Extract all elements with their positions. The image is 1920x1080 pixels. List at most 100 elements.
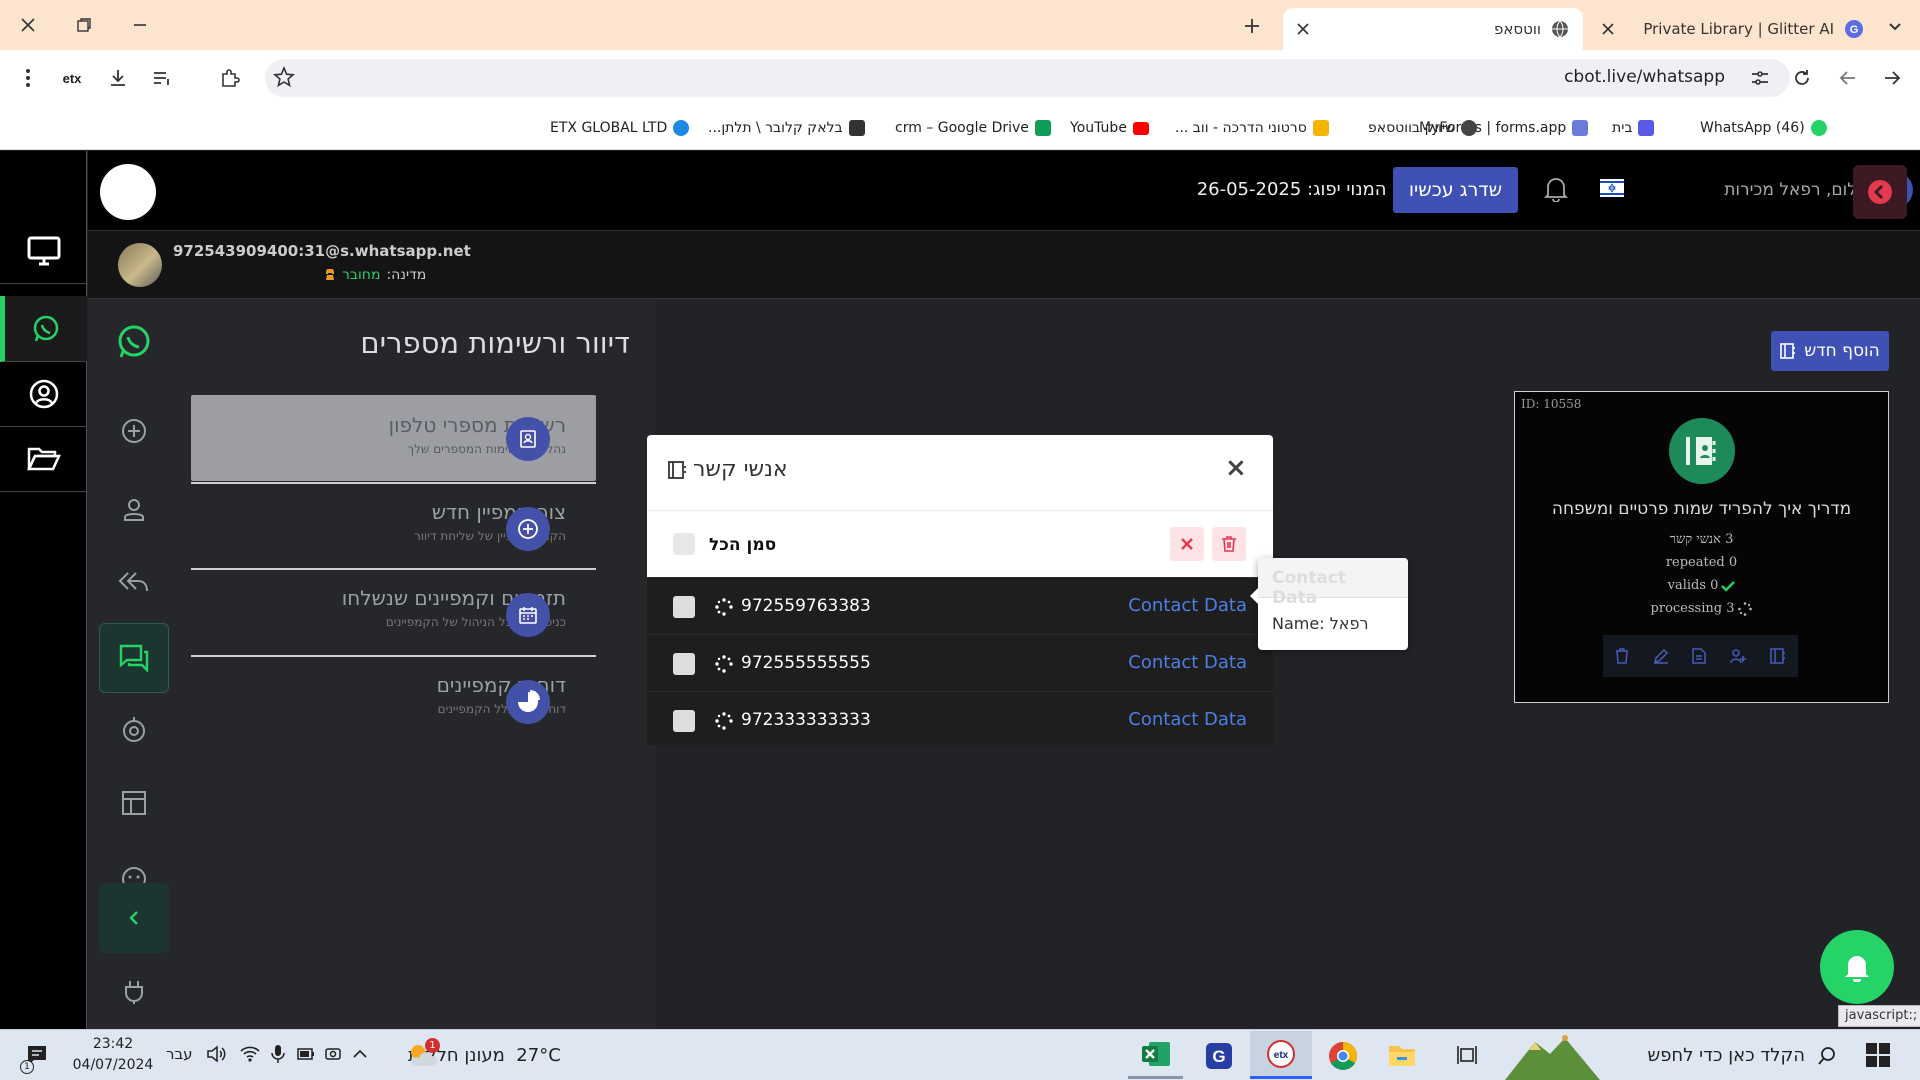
task-view-button[interactable]	[1456, 1044, 1478, 1066]
add-contact-button[interactable]	[1730, 648, 1747, 664]
taskbar-file-explorer[interactable]	[1388, 1042, 1416, 1068]
browser-menu-button[interactable]	[6, 50, 50, 106]
phone-list-card: ID: 10558 מדריך איך להפריד שמות פרטיים ו…	[1514, 391, 1889, 703]
contact-checkbox[interactable]	[673, 596, 695, 618]
tab-search-button[interactable]	[1880, 14, 1910, 38]
sidebar-collapse-button[interactable]	[99, 883, 169, 953]
volume-icon	[207, 1045, 226, 1063]
tray-meet[interactable]	[325, 1045, 341, 1063]
rail-account[interactable]	[0, 362, 87, 427]
tray-volume[interactable]	[207, 1045, 227, 1063]
taskbar-excel[interactable]	[1128, 1031, 1183, 1079]
tune-icon	[1752, 71, 1768, 85]
menu-item-scheduled[interactable]: תזמונים וקמפיינים שנשלחו כניסה לפאנל הני…	[191, 568, 596, 654]
tray-microphone[interactable]	[271, 1044, 285, 1064]
view-contacts-button[interactable]	[1770, 648, 1786, 664]
upgrade-button[interactable]: שדרג עכשיו	[1393, 167, 1518, 213]
contact-checkbox[interactable]	[673, 710, 695, 732]
sidebar-campaigns[interactable]	[99, 623, 169, 693]
etx-icon	[673, 120, 690, 136]
bookmark-tutorials[interactable]: סרטוני הדרכה - ווב ...	[1175, 116, 1329, 140]
new-tab-button[interactable]	[1240, 14, 1264, 38]
status-value: מחובר	[342, 267, 381, 283]
sidebar-templates[interactable]	[99, 772, 169, 834]
tab-close-icon[interactable]	[1297, 23, 1309, 35]
floating-notifications-button[interactable]	[1820, 930, 1894, 1004]
notifications-button[interactable]	[1544, 176, 1568, 202]
contact-data-link[interactable]: Contact Data	[1128, 652, 1247, 673]
tab-close-icon[interactable]	[1602, 23, 1614, 35]
tray-language[interactable]: עבר	[166, 1045, 193, 1063]
bookmark-whatsapp[interactable]: (46) WhatsApp	[1700, 116, 1827, 140]
rail-desktop[interactable]	[0, 219, 87, 284]
taskbar-chrome[interactable]	[1328, 1041, 1358, 1071]
contact-data-link[interactable]: Contact Data	[1128, 709, 1247, 730]
menu-item-new-campaign[interactable]: צור קמפיין חדש הקמת קמפיין של שליחת דיוו…	[191, 482, 596, 568]
bookmark-home[interactable]: בית	[1612, 116, 1655, 140]
window-close-button[interactable]	[0, 0, 56, 50]
downloads-button[interactable]	[96, 50, 140, 106]
list-title: מדריך איך להפריד שמות פרטיים ומשפחה	[1551, 499, 1852, 519]
list-id: ID: 10558	[1521, 397, 1582, 411]
taskbar-app-g[interactable]: G	[1205, 1042, 1233, 1070]
reload-button[interactable]	[1780, 50, 1824, 106]
tray-clock[interactable]: 23:42 04/07/2024	[70, 1034, 156, 1076]
reply-all-icon	[118, 572, 148, 592]
taskbar-etx-active[interactable]: etx	[1250, 1031, 1312, 1079]
forward-button[interactable]	[1826, 50, 1870, 106]
tray-expand-button[interactable]	[352, 1046, 368, 1062]
contact-book-icon	[520, 430, 536, 448]
start-button[interactable]	[1866, 1043, 1890, 1067]
rail-files[interactable]	[0, 427, 87, 492]
delete-list-button[interactable]	[1615, 648, 1629, 664]
restore-icon	[77, 18, 91, 32]
export-list-button[interactable]	[1692, 648, 1707, 664]
tab-glitter[interactable]: G Private Library | Glitter AI	[1588, 8, 1878, 50]
contact-checkbox[interactable]	[673, 653, 695, 675]
sidebar-integrations[interactable]	[99, 961, 169, 1023]
bookmark-etx[interactable]: ETX GLOBAL LTD	[550, 116, 690, 140]
close-icon	[21, 18, 35, 32]
back-button[interactable]	[1870, 50, 1914, 106]
tray-battery[interactable]	[297, 1047, 315, 1061]
clear-selection-button[interactable]	[1170, 527, 1204, 561]
delete-selected-button[interactable]	[1212, 527, 1246, 561]
bookmark-youtube[interactable]: YouTube	[1070, 116, 1149, 140]
tray-wifi[interactable]	[240, 1045, 260, 1063]
svg-text:etx: etx	[1274, 1050, 1289, 1061]
contact-data-link[interactable]: Contact Data	[1128, 595, 1247, 616]
add-new-button[interactable]: הוסף חדש	[1771, 331, 1889, 371]
sidebar-contacts[interactable]	[99, 478, 169, 540]
sidebar-replies[interactable]	[99, 551, 169, 613]
bookmark-crm-drive[interactable]: crm – Google Drive	[895, 116, 1051, 140]
bookmark-star-button[interactable]	[273, 66, 295, 88]
edit-list-button[interactable]	[1653, 648, 1669, 664]
site-settings-button[interactable]	[1750, 68, 1770, 88]
playlist-icon	[154, 72, 169, 85]
address-bar[interactable]: cbot.live/whatsapp	[265, 59, 1790, 97]
extensions-button[interactable]	[208, 50, 252, 106]
etx-extension-button[interactable]: etx	[50, 50, 94, 106]
check-icon	[1721, 580, 1736, 592]
download-icon	[111, 70, 125, 86]
menu-item-phone-lists[interactable]: רשימות מספרי טלפון נהל את רשימות המספרים…	[191, 395, 596, 481]
sidebar-emoji[interactable]	[99, 862, 169, 884]
menu-item-reports[interactable]: דוחות קמפיינים דוחות של כלל הקמפיינים	[191, 655, 596, 741]
folder-icon	[1389, 1046, 1415, 1066]
back-circle-button[interactable]	[1853, 165, 1907, 219]
reading-list-button[interactable]	[140, 50, 184, 106]
sidebar-bots[interactable]	[99, 698, 169, 760]
rail-whatsapp[interactable]	[0, 296, 87, 362]
language-switch[interactable]	[1600, 179, 1624, 197]
bookmark-whatsapp-marketing[interactable]: שיווק בווטסאפ	[1368, 116, 1478, 140]
window-restore-button[interactable]	[56, 0, 112, 50]
sidebar-add[interactable]	[99, 400, 169, 462]
chat-bubbles-icon	[119, 644, 149, 672]
tab-whatsapp[interactable]: ווטסאפ	[1283, 8, 1583, 50]
bookmark-black-clover[interactable]: בלאק קלובר \ תלתן...	[708, 116, 865, 140]
drive-icon	[1312, 120, 1329, 136]
browser-tab-bar: ווטסאפ G Private Library | Glitter AI	[0, 0, 1920, 50]
window-minimize-button[interactable]	[112, 0, 168, 50]
select-all-checkbox[interactable]	[673, 533, 695, 555]
sidebar-whatsapp[interactable]	[99, 311, 169, 373]
